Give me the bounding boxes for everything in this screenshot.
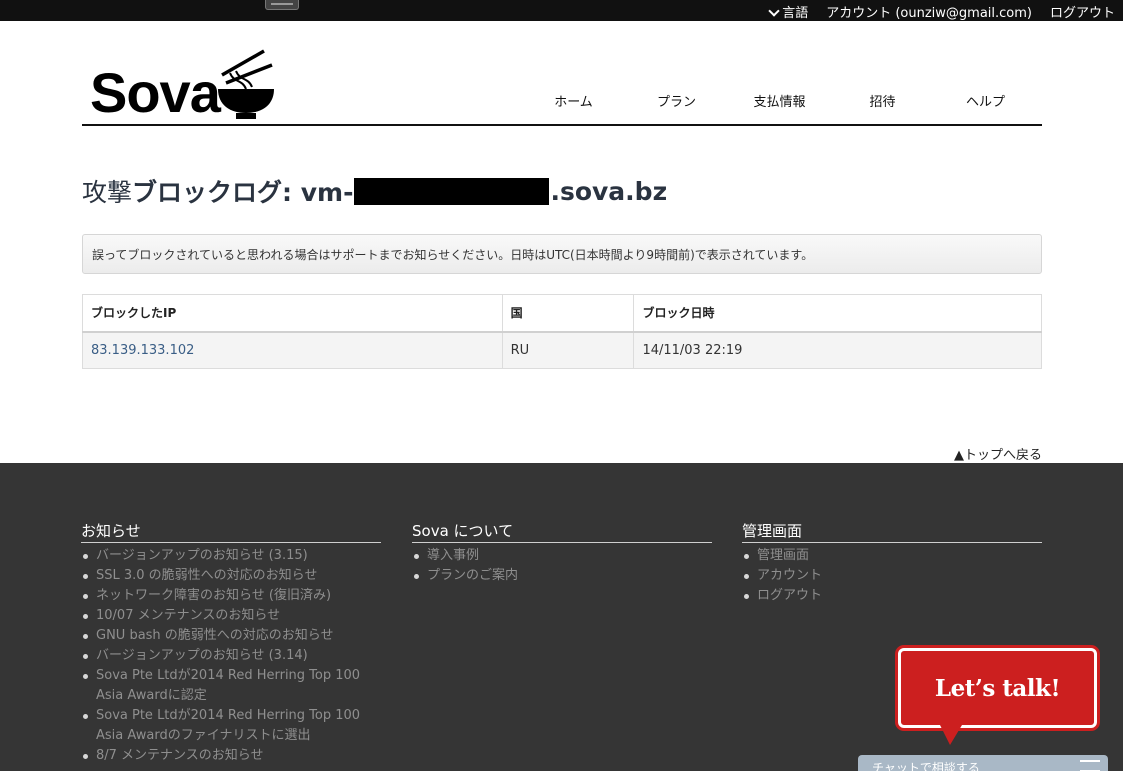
header-datetime: ブロック日時: [633, 294, 1042, 333]
site-header: Sova ホーム プラン 支払情報 招待 ヘルプ: [82, 21, 1042, 126]
noodle-bowl-icon: [217, 49, 274, 119]
logout-link[interactable]: ログアウト: [1050, 2, 1115, 21]
cell-ip[interactable]: 83.139.133.102: [82, 331, 503, 369]
list-item[interactable]: GNU bash の脆弱性への対応のお知らせ: [81, 626, 381, 646]
list-item[interactable]: 導入事例: [412, 546, 712, 566]
title-label: ブロックログ: vm-: [132, 178, 354, 207]
lets-talk-label: Let’s talk!: [934, 674, 1061, 702]
table-row: 83.139.133.102 RU 14/11/03 22:19: [82, 331, 1042, 369]
header-ip: ブロックしたIP: [82, 294, 503, 333]
chat-bar[interactable]: チャットで相談する: [858, 755, 1108, 771]
nav-billing[interactable]: 支払情報: [728, 91, 831, 110]
language-menu[interactable]: 言語: [769, 2, 808, 21]
title-suffix: .sova.bz: [550, 176, 668, 206]
footer-about-heading: Sova について: [412, 520, 712, 543]
block-log-table: ブロックしたIP 国 ブロック日時 83.139.133.102 RU 14/1…: [82, 294, 1042, 369]
header-country: 国: [501, 294, 635, 333]
list-item[interactable]: ネットワーク障害のお知らせ (復旧済み): [81, 586, 381, 606]
top-bar: 言語 アカウント (ounziw@gmail.com) ログアウト: [0, 0, 1123, 21]
account-link[interactable]: アカウント (ounziw@gmail.com): [826, 2, 1032, 21]
title-prefix: 攻撃: [82, 178, 133, 207]
chat-bar-label: チャットで相談する: [872, 761, 980, 771]
list-item[interactable]: バージョンアップのお知らせ (3.15): [81, 546, 381, 566]
list-item[interactable]: ログアウト: [742, 586, 1042, 606]
sova-logo[interactable]: Sova: [90, 49, 276, 121]
info-notice: 誤ってブロックされていると思われる場合はサポートまでお知らせください。日時はUT…: [82, 234, 1042, 274]
chevron-down-icon: [769, 7, 779, 17]
footer-news-heading: お知らせ: [81, 520, 381, 543]
list-item[interactable]: プランのご案内: [412, 566, 712, 586]
nav-plan[interactable]: プラン: [625, 91, 728, 110]
nav-invite[interactable]: 招待: [831, 91, 934, 110]
footer-news: お知らせ バージョンアップのお知らせ (3.15) SSL 3.0 の脆弱性への…: [81, 520, 381, 766]
nav-home[interactable]: ホーム: [522, 91, 625, 110]
footer-about: Sova について 導入事例 プランのご案内: [412, 520, 712, 586]
back-to-top-link[interactable]: ▲トップへ戻る: [954, 444, 1042, 463]
list-item[interactable]: Sova Pte Ltdが2014 Red Herring Top 100 As…: [81, 706, 381, 746]
list-item[interactable]: Sova Pte Ltdが2014 Red Herring Top 100 As…: [81, 666, 381, 706]
list-item[interactable]: 8/7 メンテナンスのお知らせ: [81, 746, 381, 766]
cell-country: RU: [501, 331, 635, 369]
table-header-row: ブロックしたIP 国 ブロック日時: [82, 294, 1042, 333]
logo-text: Sova: [90, 61, 221, 124]
top-links: 言語 アカウント (ounziw@gmail.com) ログアウト: [769, 2, 1115, 21]
list-item[interactable]: SSL 3.0 の脆弱性への対応のお知らせ: [81, 566, 381, 586]
redacted-block: [354, 177, 550, 205]
list-item[interactable]: 管理画面: [742, 546, 1042, 566]
footer-admin: 管理画面 管理画面 アカウント ログアウト: [742, 520, 1042, 606]
list-item[interactable]: 10/07 メンテナンスのお知らせ: [81, 606, 381, 626]
list-item[interactable]: アカウント: [742, 566, 1042, 586]
page-title: 攻撃 ブロックログ: vm- .sova.bz: [82, 173, 667, 209]
list-item[interactable]: バージョンアップのお知らせ (3.14): [81, 646, 381, 666]
footer-admin-heading: 管理画面: [742, 520, 1042, 543]
lets-talk-badge[interactable]: Let’s talk!: [898, 648, 1097, 728]
cell-datetime: 14/11/03 22:19: [633, 331, 1042, 369]
tab-handle-icon[interactable]: [265, 0, 299, 10]
main-nav: ホーム プラン 支払情報 招待 ヘルプ: [522, 91, 1037, 110]
menu-icon[interactable]: [1080, 760, 1100, 771]
nav-help[interactable]: ヘルプ: [934, 91, 1037, 110]
speech-tail-icon: [940, 725, 962, 745]
language-label: 言語: [782, 6, 809, 21]
